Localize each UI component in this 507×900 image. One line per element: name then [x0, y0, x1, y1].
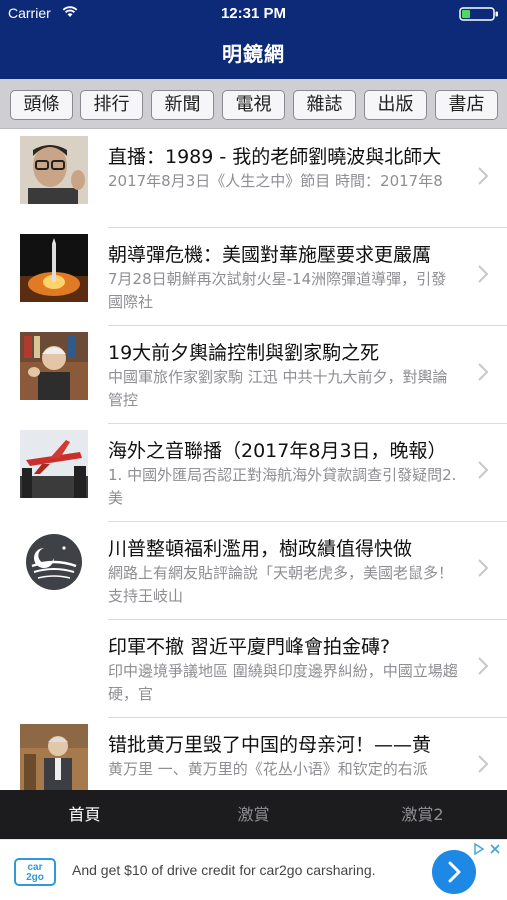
- ad-arrow-button[interactable]: [432, 850, 476, 894]
- news-list: 直播：1989 - 我的老師劉曉波與北師大 2017年8月3日《人生之中》節目 …: [0, 130, 507, 790]
- news-title: 朝導彈危機：美國對華施壓要求更嚴厲: [108, 244, 432, 266]
- status-time: 12:31 PM: [220, 5, 287, 22]
- tab-bar: 首頁 激賞 激賞2: [0, 790, 507, 839]
- news-thumbnail: [20, 332, 88, 400]
- news-item[interactable]: 印軍不撤 習近平廈門峰會拍金磚? 印中邊境爭議地區 圍繞與印度邊界糾紛，中國立場…: [0, 620, 507, 718]
- category-button-headlines[interactable]: 頭條: [10, 90, 73, 120]
- news-title: 印軍不撤 習近平廈門峰會拍金磚?: [108, 636, 391, 658]
- news-thumbnail: [20, 234, 88, 302]
- page-title: 明鏡網: [222, 42, 285, 66]
- battery-icon: [459, 7, 498, 21]
- news-title: 直播：1989 - 我的老師劉曉波與北師大: [108, 146, 442, 168]
- news-summary: 中國軍旅作家劉家駒 江迅 中共十九大前夕，對輿論管控: [108, 368, 448, 409]
- news-title: 川普整頓福利濫用，樹政績值得快做: [108, 538, 413, 560]
- ad-logo: car 2go: [14, 858, 56, 886]
- news-thumbnail: [20, 430, 88, 498]
- news-thumbnail: [20, 528, 88, 596]
- chevron-right-icon: [478, 755, 489, 773]
- chevron-right-icon: [478, 363, 489, 381]
- news-summary: 2017年8月3日《人生之中》節目 時間：2017年8: [108, 172, 443, 190]
- news-item[interactable]: 错批黄万里毁了中国的母亲河！——黄 黄万里 一、黄万里的《花丛小语》和钦定的右派: [0, 718, 507, 790]
- ad-choices-icon[interactable]: [473, 842, 503, 856]
- tab-home[interactable]: 首頁: [0, 790, 169, 839]
- status-bar: Carrier 12:31 PM: [0, 0, 507, 26]
- chevron-right-icon: [478, 265, 489, 283]
- ad-text: And get $10 of drive credit for car2go c…: [72, 862, 376, 878]
- chevron-right-icon: [478, 657, 489, 675]
- news-summary: 網路上有網友貼評論說「天朝老虎多，美國老鼠多！支持王岐山: [108, 564, 454, 605]
- chevron-right-icon: [478, 167, 489, 185]
- news-title: 19大前夕輿論控制與劉家駒之死: [108, 342, 380, 364]
- category-button-tv[interactable]: 電視: [222, 90, 285, 120]
- news-item[interactable]: 川普整頓福利濫用，樹政績值得快做 網路上有網友貼評論說「天朝老虎多，美國老鼠多！…: [0, 522, 507, 620]
- news-item[interactable]: 海外之音聯播（2017年8月3日，晚報） 1. 中國外匯局否認正對海航海外貸款調…: [0, 424, 507, 522]
- tab-appreciation-2[interactable]: 激賞2: [338, 790, 507, 839]
- category-button-magazine[interactable]: 雜誌: [293, 90, 356, 120]
- category-button-news[interactable]: 新聞: [151, 90, 214, 120]
- ad-banner[interactable]: car 2go And get $10 of drive credit for c…: [0, 839, 507, 900]
- news-thumbnail: [20, 136, 88, 204]
- category-button-ranking[interactable]: 排行: [80, 90, 143, 120]
- news-thumbnail: [20, 724, 88, 790]
- nav-header: Carrier 12:31 PM 明鏡網: [0, 0, 507, 79]
- chevron-right-icon: [478, 461, 489, 479]
- news-summary: 1. 中國外匯局否認正對海航海外貸款調查引發疑問2. 美: [108, 466, 457, 507]
- news-title: 海外之音聯播（2017年8月3日，晚報）: [108, 440, 447, 462]
- news-item[interactable]: 19大前夕輿論控制與劉家駒之死 中國軍旅作家劉家駒 江迅 中共十九大前夕，對輿論…: [0, 326, 507, 424]
- chevron-right-icon: [478, 559, 489, 577]
- news-item[interactable]: 朝導彈危機：美國對華施壓要求更嚴厲 7月28日朝鮮再次試射火星-14洲際彈道導彈…: [0, 228, 507, 326]
- news-summary: 黄万里 一、黄万里的《花丛小语》和钦定的右派: [108, 760, 428, 778]
- news-title: 错批黄万里毁了中国的母亲河！——黄: [108, 734, 432, 756]
- news-item[interactable]: 直播：1989 - 我的老師劉曉波與北師大 2017年8月3日《人生之中》節目 …: [0, 130, 507, 228]
- category-button-bookstore[interactable]: 書店: [435, 90, 498, 120]
- news-summary: 7月28日朝鮮再次試射火星-14洲際彈道導彈，引發國際社: [108, 270, 447, 311]
- category-bar: 頭條 排行 新聞 電視 雜誌 出版 書店: [0, 79, 507, 129]
- news-summary: 印中邊境爭議地區 圍繞與印度邊界糾紛，中國立場趨硬，官: [108, 662, 458, 703]
- category-button-publishing[interactable]: 出版: [364, 90, 427, 120]
- tab-appreciation[interactable]: 激賞: [169, 790, 338, 839]
